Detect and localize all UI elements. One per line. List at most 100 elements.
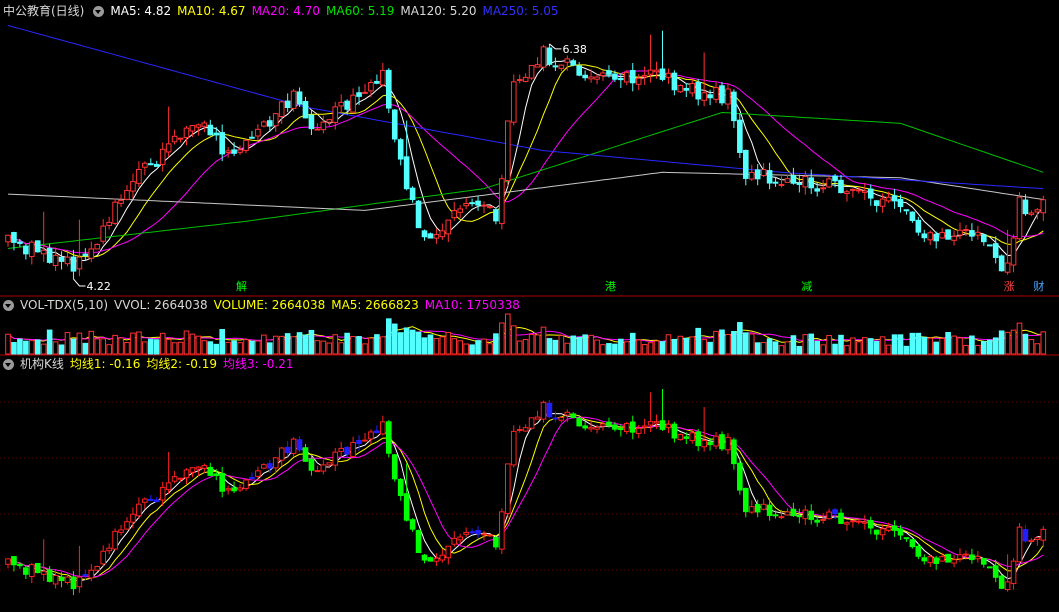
volume-bar bbox=[237, 342, 243, 355]
candle bbox=[177, 137, 184, 143]
candle bbox=[998, 254, 1005, 272]
volume-bar bbox=[409, 329, 416, 355]
volume-bar bbox=[493, 333, 499, 355]
candle bbox=[106, 216, 112, 230]
event-marker-reduce[interactable]: 减 bbox=[799, 280, 814, 294]
inst-candle bbox=[986, 566, 993, 569]
inst-candle bbox=[1010, 558, 1017, 590]
volume-bar bbox=[879, 336, 886, 355]
candle bbox=[570, 58, 577, 67]
candle bbox=[272, 112, 279, 132]
candle bbox=[153, 160, 160, 167]
candle bbox=[510, 74, 517, 126]
candle bbox=[516, 74, 523, 84]
volume-bar bbox=[445, 331, 452, 355]
volume-bar bbox=[820, 344, 826, 355]
event-marker-finance[interactable]: 财 bbox=[1031, 280, 1046, 294]
volume-bar bbox=[350, 335, 356, 355]
volume-bar bbox=[992, 337, 999, 355]
candle bbox=[558, 64, 565, 72]
volume-bar bbox=[505, 313, 511, 355]
inst-candle bbox=[225, 485, 231, 495]
volume-bar bbox=[177, 341, 184, 355]
volume-bar bbox=[106, 344, 112, 355]
inst-candle bbox=[261, 463, 267, 470]
candle bbox=[909, 211, 916, 223]
candle bbox=[296, 87, 303, 107]
inst-candle bbox=[850, 519, 856, 528]
volume-bar bbox=[748, 333, 755, 355]
volume-bar bbox=[46, 329, 53, 355]
inst-candle bbox=[433, 553, 440, 566]
inst-candle bbox=[427, 556, 434, 562]
candle bbox=[1010, 234, 1017, 273]
volume-bar bbox=[927, 337, 934, 355]
volume-bar bbox=[784, 341, 791, 355]
inst-candle bbox=[701, 407, 707, 452]
candle bbox=[261, 120, 267, 128]
inst-candle bbox=[5, 558, 11, 569]
inst-candle bbox=[23, 566, 29, 579]
volume-bar bbox=[641, 344, 648, 355]
candle bbox=[1004, 229, 1011, 275]
inst-candle bbox=[130, 507, 136, 529]
candle bbox=[534, 57, 541, 68]
volume-bar bbox=[451, 338, 458, 355]
volume-bar bbox=[862, 337, 868, 355]
candle bbox=[469, 198, 475, 207]
volume-bar bbox=[499, 322, 505, 355]
candle bbox=[350, 88, 356, 114]
volume-bar bbox=[88, 330, 95, 355]
inst-candle bbox=[106, 543, 112, 555]
candle bbox=[778, 176, 785, 188]
volume-bar bbox=[362, 343, 368, 355]
volume-bar bbox=[546, 338, 553, 355]
candle bbox=[409, 186, 416, 203]
inst-candle bbox=[873, 529, 880, 540]
settings-icon[interactable] bbox=[93, 5, 105, 17]
volume-bar bbox=[267, 342, 273, 355]
volume-bar bbox=[635, 339, 642, 355]
inst-candle bbox=[189, 467, 196, 478]
inst-candle bbox=[933, 555, 940, 570]
volume-bar bbox=[653, 340, 660, 355]
volume-bar bbox=[296, 332, 303, 355]
inst-candle bbox=[516, 425, 523, 433]
volume-bar bbox=[766, 338, 773, 355]
candle bbox=[338, 94, 344, 113]
inst-candle bbox=[386, 419, 392, 458]
inst-candle bbox=[510, 425, 517, 468]
event-marker-hk[interactable]: 港 bbox=[603, 280, 618, 294]
candle bbox=[891, 188, 898, 209]
volume-bar bbox=[737, 322, 743, 355]
candle bbox=[451, 201, 458, 221]
candle bbox=[844, 189, 850, 202]
volume-bar bbox=[213, 343, 220, 355]
candle bbox=[629, 62, 636, 92]
low-price-label: 4.22 bbox=[86, 280, 111, 293]
settings-icon[interactable] bbox=[3, 358, 14, 370]
inst-candle bbox=[867, 516, 874, 535]
inst-candle bbox=[219, 466, 225, 498]
inst-candle bbox=[826, 508, 832, 520]
candle bbox=[308, 109, 315, 135]
candle bbox=[808, 169, 815, 194]
candle bbox=[457, 205, 463, 218]
low-marker-arrow bbox=[73, 278, 86, 287]
settings-icon[interactable] bbox=[3, 299, 14, 311]
inst-candle bbox=[665, 420, 672, 434]
volume-bar bbox=[802, 334, 809, 355]
candle bbox=[302, 96, 309, 119]
event-marker-unlock[interactable]: 解 bbox=[234, 280, 249, 294]
candle bbox=[641, 66, 648, 85]
event-marker-limit-up[interactable]: 涨 bbox=[1002, 280, 1017, 294]
candle bbox=[368, 79, 374, 98]
candle bbox=[171, 129, 178, 145]
volume-bar bbox=[719, 329, 725, 355]
volume-bar bbox=[600, 344, 606, 355]
candle bbox=[975, 225, 981, 240]
inst-candle bbox=[34, 562, 41, 574]
volume-bar bbox=[832, 343, 838, 355]
volume-bar bbox=[130, 332, 136, 355]
candle bbox=[225, 147, 231, 158]
